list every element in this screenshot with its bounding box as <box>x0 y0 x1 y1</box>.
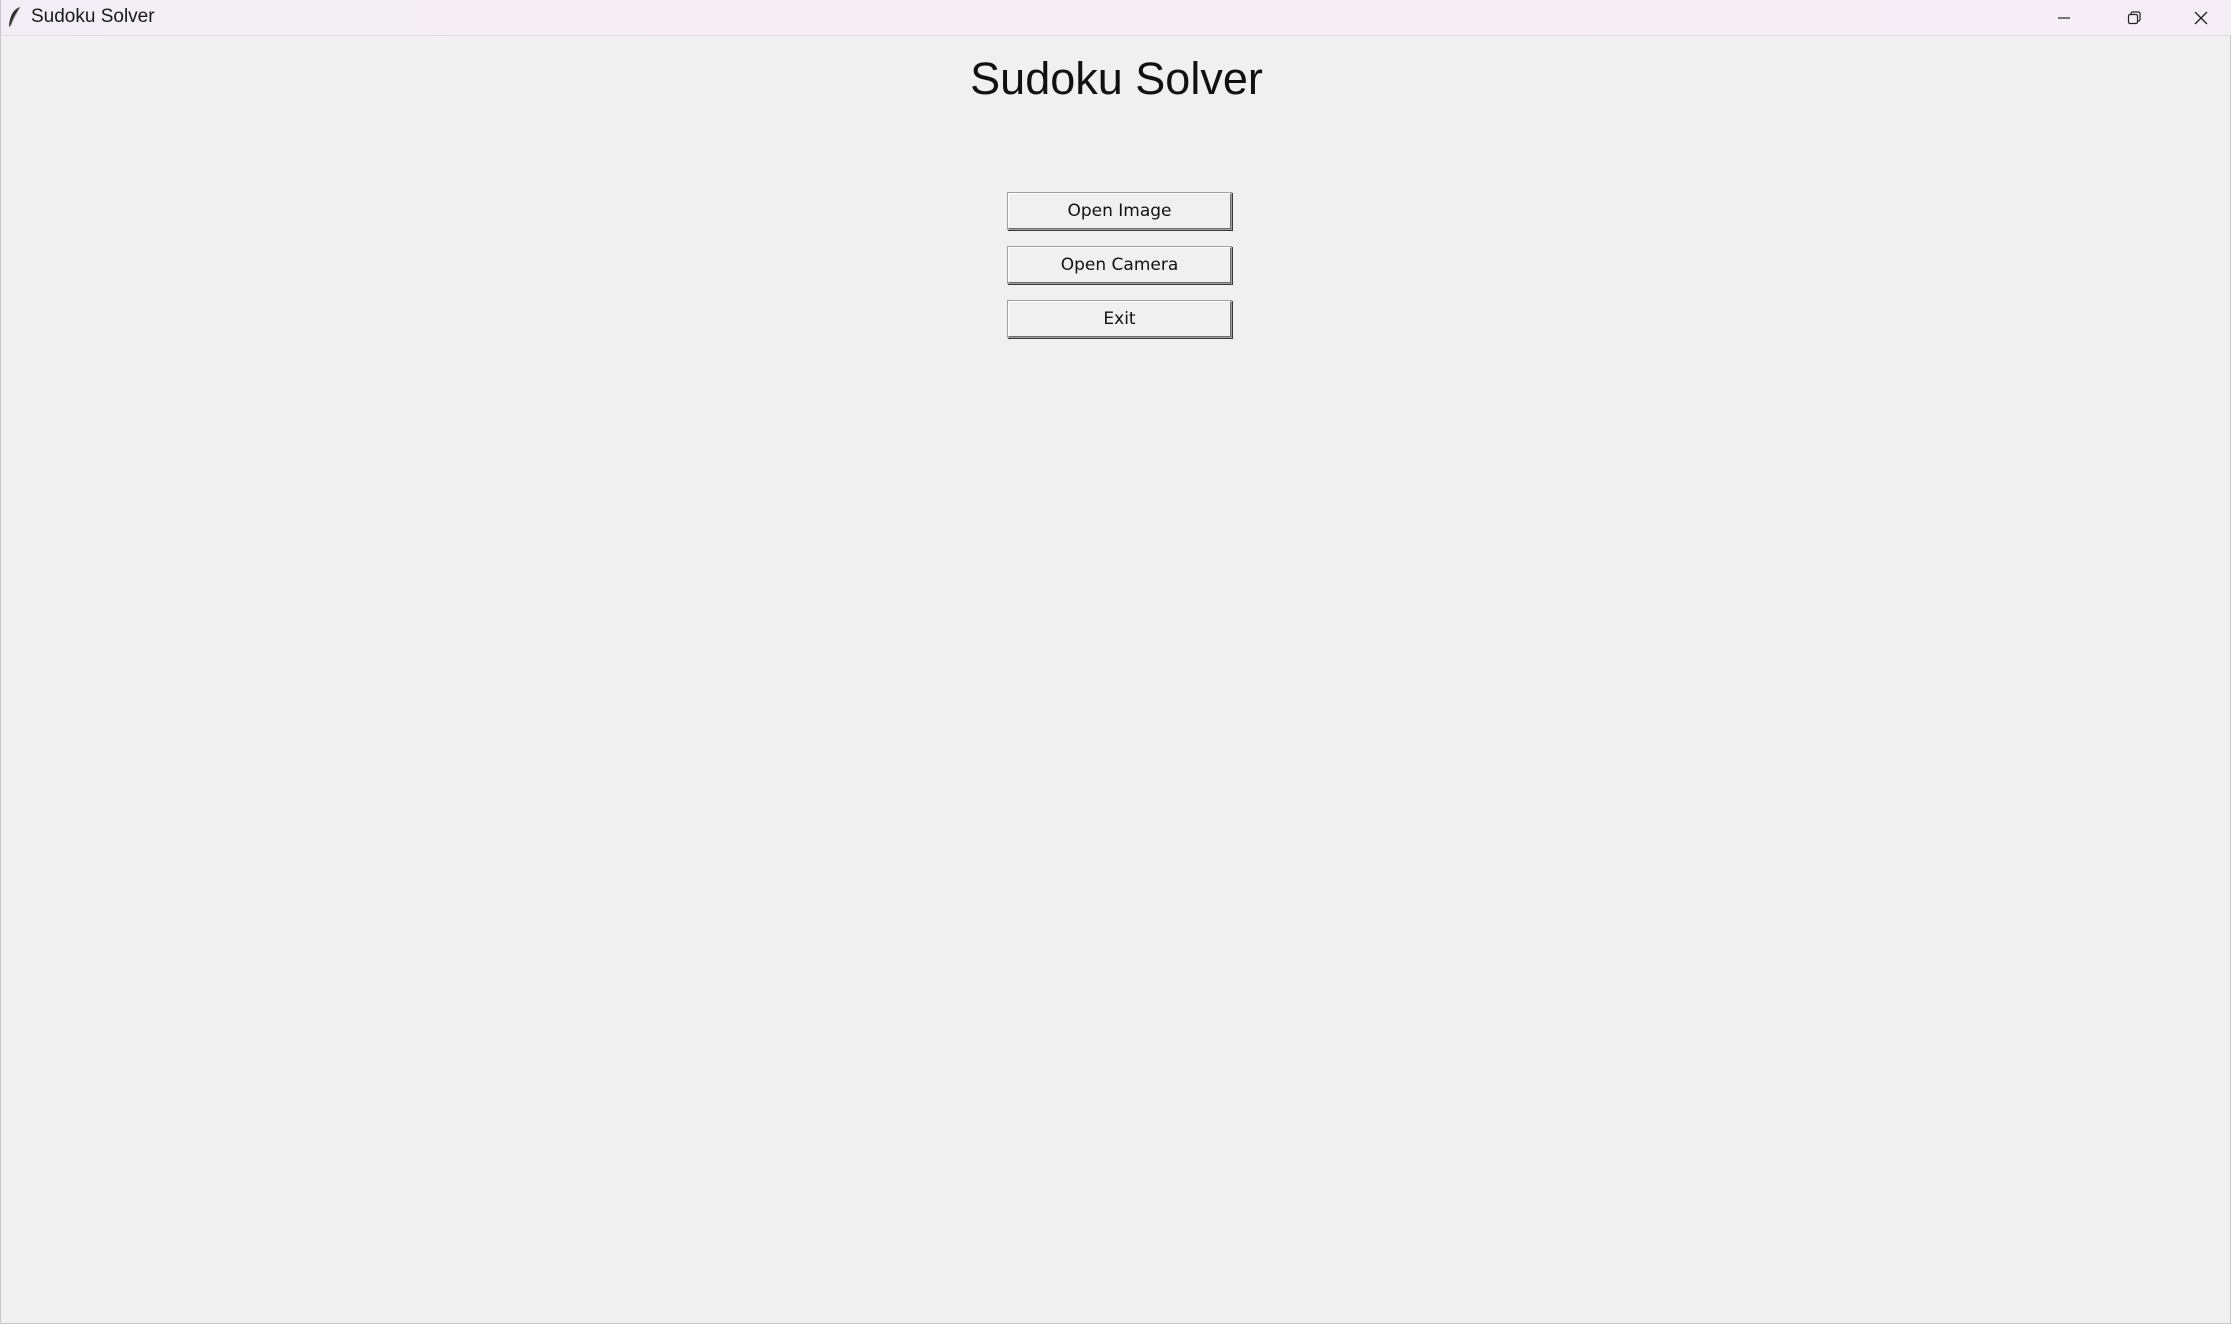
restore-button[interactable] <box>2099 0 2169 35</box>
title-bar[interactable]: Sudoku Solver <box>1 0 2231 36</box>
page-title: Sudoku Solver <box>970 53 1263 104</box>
minimize-icon <box>2056 10 2072 26</box>
app-window: Sudoku Solver Sudoku Solver Open Image O… <box>0 0 2231 1324</box>
window-title: Sudoku Solver <box>31 6 155 27</box>
exit-button[interactable]: Exit <box>1007 300 1232 338</box>
open-image-button[interactable]: Open Image <box>1007 192 1232 230</box>
restore-icon <box>2126 10 2142 26</box>
open-camera-button[interactable]: Open Camera <box>1007 246 1232 284</box>
feather-icon <box>7 6 23 28</box>
close-button[interactable] <box>2169 0 2231 35</box>
minimize-button[interactable] <box>2029 0 2099 35</box>
close-icon <box>2193 10 2209 26</box>
